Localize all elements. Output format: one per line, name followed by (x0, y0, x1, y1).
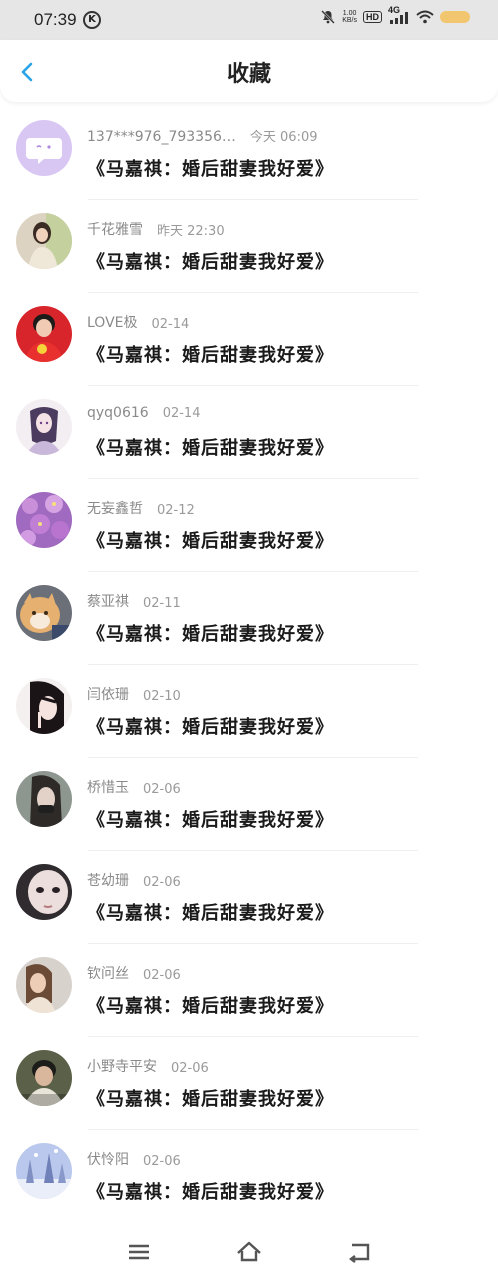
user-name: 小野寺平安 (87, 1059, 157, 1075)
list-item[interactable]: 钦问丝 02-06 《马嘉祺：婚后甜妻我好爱》 (0, 944, 498, 1037)
timestamp: 今天 06:09 (249, 130, 318, 145)
list-item[interactable]: 苍幼珊 02-06 《马嘉祺：婚后甜妻我好爱》 (0, 851, 498, 944)
avatar[interactable] (16, 213, 72, 269)
book-title[interactable]: 《马嘉祺：婚后甜妻我好爱》 (87, 155, 334, 181)
book-title[interactable]: 《马嘉祺：婚后甜妻我好爱》 (87, 1178, 334, 1204)
item-meta: 苍幼珊 02-06 (87, 870, 478, 890)
avatar[interactable] (16, 1050, 72, 1106)
network-speed-unit: KB/s (342, 17, 357, 24)
list-item[interactable]: qyq0616 02-14 《马嘉祺：婚后甜妻我好爱》 (0, 386, 498, 479)
timestamp: 02-14 (162, 406, 201, 421)
book-title[interactable]: 《马嘉祺：婚后甜妻我好爱》 (87, 899, 334, 925)
hd-icon: HD (363, 11, 382, 23)
timestamp: 02-10 (143, 689, 181, 704)
book-title[interactable]: 《马嘉祺：婚后甜妻我好爱》 (87, 992, 334, 1018)
item-meta: 千花雅雪 昨天 22:30 (87, 219, 478, 239)
avatar[interactable] (16, 678, 72, 734)
timestamp: 02-06 (143, 1154, 181, 1169)
user-name: 伏怜阳 (87, 1152, 129, 1168)
timestamp: 02-06 (171, 1061, 209, 1076)
book-title[interactable]: 《马嘉祺：婚后甜妻我好爱》 (87, 713, 334, 739)
list-item[interactable]: 伏怜阳 02-06 《马嘉祺：婚后甜妻我好爱》 (0, 1130, 498, 1223)
book-title[interactable]: 《马嘉祺：婚后甜妻我好爱》 (87, 434, 334, 460)
list-item[interactable]: 蔡亚祺 02-11 《马嘉祺：婚后甜妻我好爱》 (0, 572, 498, 665)
user-name: 蔡亚祺 (87, 594, 129, 610)
item-meta: 伏怜阳 02-06 (87, 1149, 478, 1169)
list-item[interactable]: 无妄鑫哲 02-12 《马嘉祺：婚后甜妻我好爱》 (0, 479, 498, 572)
item-meta: 无妄鑫哲 02-12 (87, 498, 478, 518)
status-icons: 1.00 KB/s HD 4G (320, 5, 470, 25)
network-speed: 1.00 KB/s (342, 10, 357, 24)
item-meta: 钦问丝 02-06 (87, 963, 478, 983)
book-title[interactable]: 《马嘉祺：婚后甜妻我好爱》 (87, 806, 334, 832)
avatar[interactable] (16, 957, 72, 1013)
book-title[interactable]: 《马嘉祺：婚后甜妻我好爱》 (87, 620, 334, 646)
user-name: 苍幼珊 (87, 873, 129, 889)
home-icon[interactable] (235, 1238, 263, 1266)
k-icon: K (83, 11, 101, 29)
network-speed-value: 1.00 (342, 10, 357, 17)
book-title[interactable]: 《马嘉祺：婚后甜妻我好爱》 (87, 527, 334, 553)
mute-bell-icon (321, 10, 336, 24)
status-time: 07:39 (34, 10, 77, 29)
list-item[interactable]: 桥惜玉 02-06 《马嘉祺：婚后甜妻我好爱》 (0, 758, 498, 851)
page-title: 收藏 (226, 61, 271, 87)
menu-icon[interactable] (125, 1238, 153, 1266)
list-item[interactable]: 137***976_793356… 今天 06:09 《马嘉祺：婚后甜妻我好爱》 (0, 107, 498, 200)
list-item[interactable]: 千花雅雪 昨天 22:30 《马嘉祺：婚后甜妻我好爱》 (0, 200, 498, 293)
signal-icon: 4G (388, 5, 410, 25)
avatar[interactable] (16, 492, 72, 548)
system-navbar (0, 1222, 498, 1280)
item-meta: qyq0616 02-14 (87, 405, 478, 421)
header-bar: 收藏 (0, 40, 498, 102)
status-bar: 07:39 K 1.00 KB/s HD 4G (0, 0, 498, 40)
wifi-icon (416, 10, 434, 24)
user-name: 钦问丝 (87, 966, 129, 982)
item-meta: 桥惜玉 02-06 (87, 777, 478, 797)
timestamp: 02-06 (143, 875, 181, 890)
avatar[interactable] (16, 120, 72, 176)
book-title[interactable]: 《马嘉祺：婚后甜妻我好爱》 (87, 248, 334, 274)
book-title[interactable]: 《马嘉祺：婚后甜妻我好爱》 (87, 341, 334, 367)
user-name: qyq0616 (87, 405, 149, 421)
battery-icon (440, 11, 470, 23)
timestamp: 昨天 22:30 (157, 224, 225, 239)
avatar[interactable] (16, 399, 72, 455)
user-name: 桥惜玉 (87, 780, 129, 796)
user-name: 137***976_793356… (87, 129, 236, 145)
avatar[interactable] (16, 306, 72, 362)
avatar[interactable] (16, 585, 72, 641)
list-item[interactable]: 小野寺平安 02-06 《马嘉祺：婚后甜妻我好爱》 (0, 1037, 498, 1130)
list-item[interactable]: 闫依珊 02-10 《马嘉祺：婚后甜妻我好爱》 (0, 665, 498, 758)
timestamp: 02-12 (157, 503, 195, 518)
item-meta: 闫依珊 02-10 (87, 684, 478, 704)
user-name: 闫依珊 (87, 687, 129, 703)
avatar[interactable] (16, 1143, 72, 1199)
user-name: 千花雅雪 (87, 222, 143, 238)
item-meta: 小野寺平安 02-06 (87, 1056, 478, 1076)
timestamp: 02-06 (143, 782, 181, 797)
user-name: LOVE极 (87, 315, 138, 331)
book-title[interactable]: 《马嘉祺：婚后甜妻我好爱》 (87, 1085, 334, 1111)
back-icon[interactable] (346, 1238, 374, 1266)
item-meta: LOVE极 02-14 (87, 312, 478, 332)
user-name: 无妄鑫哲 (87, 501, 143, 517)
timestamp: 02-11 (143, 596, 181, 611)
timestamp: 02-06 (143, 968, 181, 983)
avatar[interactable] (16, 864, 72, 920)
avatar[interactable] (16, 771, 72, 827)
list-item[interactable]: LOVE极 02-14 《马嘉祺：婚后甜妻我好爱》 (0, 293, 498, 386)
item-meta: 137***976_793356… 今天 06:09 (87, 126, 478, 145)
item-meta: 蔡亚祺 02-11 (87, 591, 478, 611)
favorites-list: 137***976_793356… 今天 06:09 《马嘉祺：婚后甜妻我好爱》 … (0, 107, 498, 1223)
timestamp: 02-14 (151, 317, 190, 332)
